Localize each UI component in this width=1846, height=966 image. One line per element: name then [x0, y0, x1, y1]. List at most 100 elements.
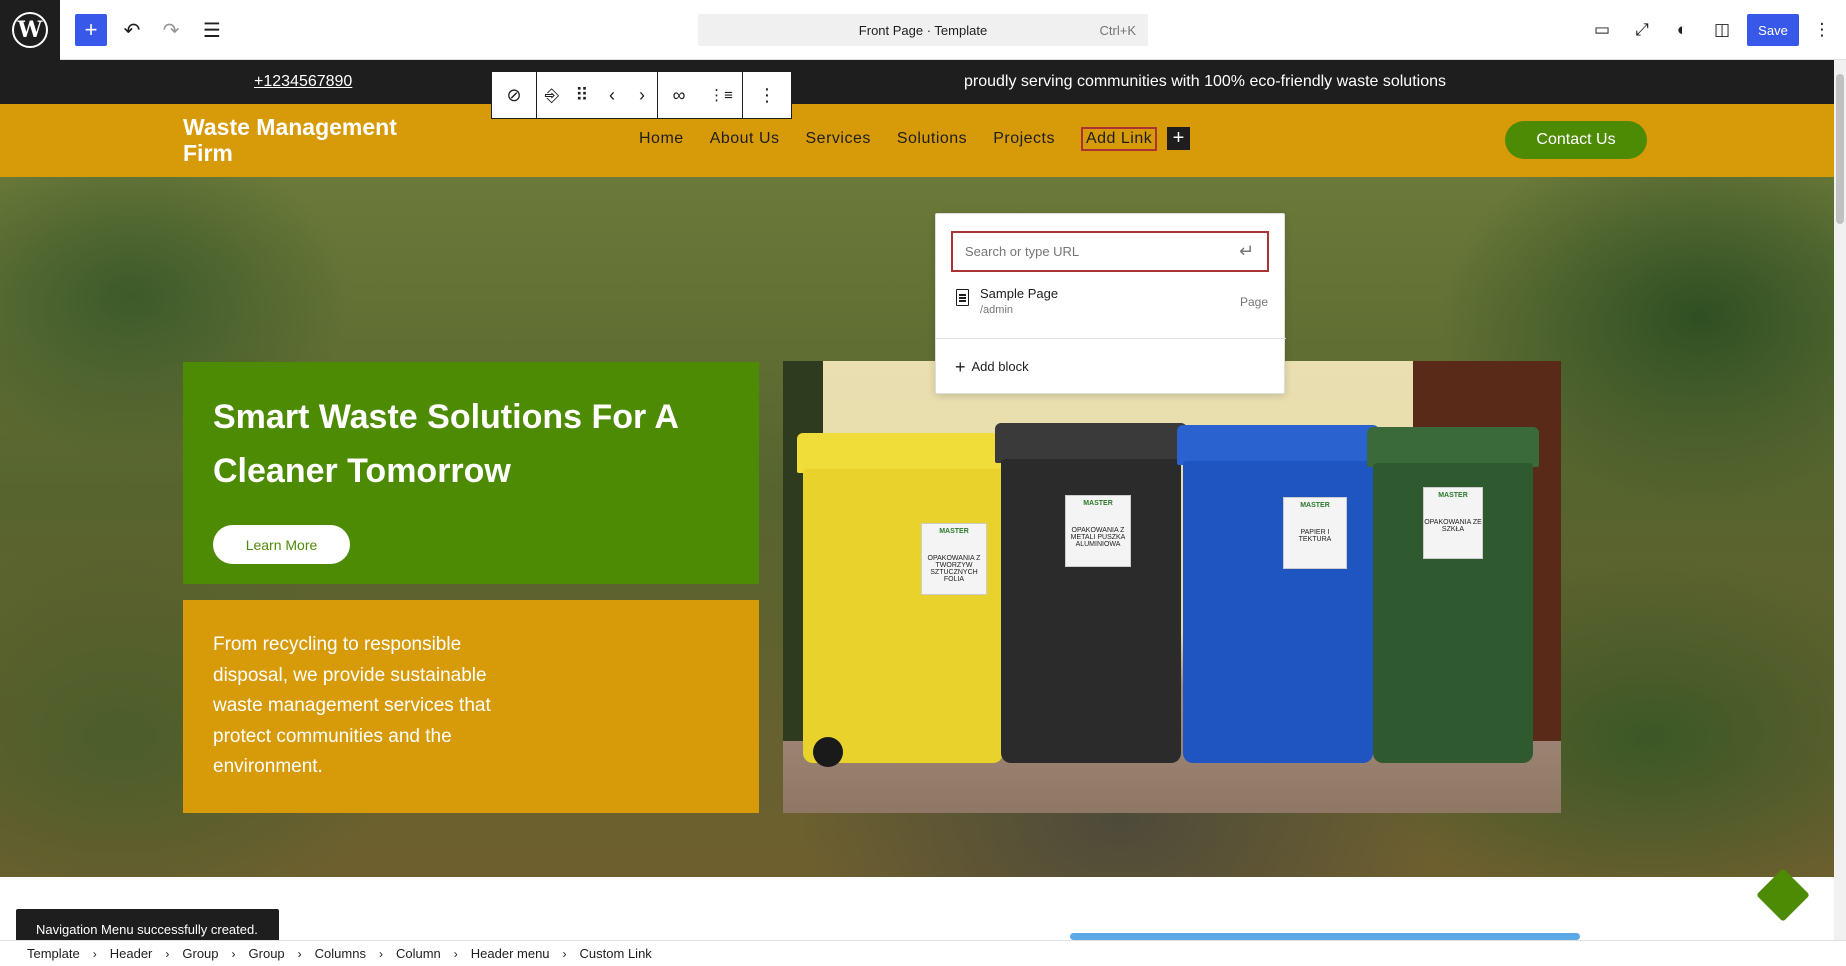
bin-wheel [813, 737, 843, 767]
wordpress-logo-icon[interactable]: W [0, 0, 60, 60]
breadcrumb-separator: › [92, 946, 97, 961]
next-section-image-edge [1070, 933, 1580, 940]
options-icon[interactable]: ⋮ [1806, 14, 1838, 46]
bin-lid [995, 423, 1187, 463]
popover-divider [936, 338, 1286, 339]
settings-sidebar-icon[interactable]: ◫ [1706, 14, 1738, 46]
block-toolbar: ⊘ ⎆ ⠿ ‹ › ∞ ⋮≡ ⋮ [491, 71, 792, 119]
link-suggestion-item[interactable]: Sample Page /admin Page [951, 279, 1271, 321]
hero-gold-card: From recycling to responsible disposal, … [183, 600, 759, 813]
expand-icon[interactable]: ⤢ [1626, 14, 1658, 46]
link-control-popover: ↵ Sample Page /admin Page + Add block [935, 213, 1286, 394]
nav-item-projects[interactable]: Projects [993, 130, 1055, 151]
bin-label-brand: MASTER [1083, 500, 1113, 507]
editor-topbar: W + ↶ ↷ ☰ Front Page · Template Ctrl+K ▭… [0, 0, 1846, 60]
editor-canvas: +1234567890 proudly serving communities … [0, 60, 1834, 940]
bin-label: MASTER OPAKOWANIA Z METALI PUSZKA ALUMIN… [1065, 495, 1131, 567]
breadcrumb-item[interactable]: Header [110, 946, 153, 961]
hero-description[interactable]: From recycling to responsible disposal, … [213, 630, 533, 783]
phone-link[interactable]: +1234567890 [254, 73, 352, 91]
breadcrumb-item[interactable]: Column [396, 946, 441, 961]
bin-label: MASTER PAPIER I TEKTURA [1283, 497, 1347, 569]
breadcrumb-item[interactable]: Template [27, 946, 80, 961]
document-overview-icon[interactable]: ☰ [196, 14, 228, 46]
submit-enter-icon[interactable]: ↵ [1239, 241, 1254, 262]
wordpress-logo-mark: W [12, 12, 48, 48]
nav-item-add-link[interactable]: Add Link [1080, 127, 1158, 151]
block-toolbar-parent: ⊘ [491, 71, 537, 119]
scrollbar-thumb[interactable] [1836, 74, 1844, 224]
breadcrumb-separator: › [165, 946, 170, 961]
block-breadcrumb-bar: Template › Header › Group › Group › Colu… [0, 940, 1846, 966]
breadcrumb-item[interactable]: Columns [315, 946, 366, 961]
nav-item-home[interactable]: Home [639, 130, 684, 151]
url-search-input[interactable] [951, 231, 1269, 272]
suggestion-type: Page [1239, 295, 1268, 309]
contact-us-button[interactable]: Contact Us [1505, 121, 1647, 159]
announcement-bar: +1234567890 proudly serving communities … [0, 60, 1834, 104]
breadcrumb-separator: › [453, 946, 458, 961]
bin-label-caption: OPAKOWANIA ZE SZKŁA [1424, 519, 1482, 533]
styles-icon[interactable]: ◐ [1666, 14, 1698, 46]
nav-item-solutions[interactable]: Solutions [897, 130, 967, 151]
breadcrumb-separator: › [378, 946, 383, 961]
block-toolbar-move: ⎆ ⠿ ‹ › [536, 71, 658, 119]
hero-green-card: Smart Waste Solutions For A Cleaner Tomo… [183, 362, 759, 584]
breadcrumb-separator: › [562, 946, 567, 961]
bin-label-brand: MASTER [939, 528, 969, 535]
block-inserter-button[interactable]: + [75, 14, 107, 46]
nav-item-about[interactable]: About Us [710, 130, 780, 151]
page-icon [956, 289, 969, 306]
hero-section: Smart Waste Solutions For A Cleaner Tomo… [0, 177, 1834, 877]
site-title[interactable]: Waste Management Firm [183, 114, 443, 166]
breadcrumb-item[interactable]: Group [182, 946, 218, 961]
bin-label-caption: PAPIER I TEKTURA [1298, 529, 1332, 543]
header-navigation: Home About Us Services Solutions Project… [639, 127, 1183, 151]
add-block-button[interactable]: + Add block [955, 357, 1029, 378]
transform-icon[interactable]: ⎆ [537, 85, 567, 106]
breadcrumb-item-current: Custom Link [579, 946, 652, 961]
breadcrumb-item[interactable]: Group [249, 946, 285, 961]
site-header: Waste Management Firm Home About Us Serv… [0, 104, 1834, 177]
more-options-icon[interactable]: ⋮ [743, 85, 791, 106]
block-toolbar-options: ⋮ [742, 71, 792, 119]
nav-add-block-icon[interactable]: + [1167, 127, 1190, 150]
black-bin: MASTER OPAKOWANIA Z METALI PUSZKA ALUMIN… [995, 423, 1187, 763]
hero-heading[interactable]: Smart Waste Solutions For A Cleaner Tomo… [213, 390, 733, 498]
add-submenu-icon[interactable]: ⋮≡ [700, 86, 742, 104]
bin-lid [1177, 425, 1379, 465]
add-block-label: Add block [971, 359, 1029, 374]
bin-label: MASTER OPAKOWANIA Z TWORZYW SZTUCZNYCH F… [921, 523, 987, 595]
drag-handle-icon[interactable]: ⠿ [567, 85, 597, 106]
redo-icon[interactable]: ↷ [155, 14, 187, 46]
breadcrumb: Template › Header › Group › Group › Colu… [27, 946, 652, 961]
move-right-icon[interactable]: › [627, 85, 657, 106]
breadcrumb-separator: › [297, 946, 302, 961]
bin-label: MASTER OPAKOWANIA ZE SZKŁA [1423, 487, 1483, 559]
blue-bin: MASTER PAPIER I TEKTURA [1177, 425, 1379, 763]
bin-lid [1367, 427, 1539, 467]
breadcrumb-item[interactable]: Header menu [471, 946, 550, 961]
block-toolbar-link: ∞ ⋮≡ [657, 71, 743, 119]
move-left-icon[interactable]: ‹ [597, 85, 627, 106]
nav-item-services[interactable]: Services [806, 130, 871, 151]
bin-label-brand: MASTER [1300, 502, 1330, 509]
compass-icon[interactable]: ⊘ [492, 85, 536, 106]
device-preview-icon[interactable]: ▭ [1586, 14, 1618, 46]
link-icon[interactable]: ∞ [658, 85, 700, 106]
bin-lid [797, 433, 1009, 473]
command-palette-button[interactable]: Front Page · Template Ctrl+K [698, 14, 1148, 46]
learn-more-button[interactable]: Learn More [213, 525, 350, 564]
breadcrumb-separator: › [231, 946, 236, 961]
canvas-scrollbar[interactable] [1834, 60, 1846, 940]
yellow-bin: MASTER OPAKOWANIA Z TWORZYW SZTUCZNYCH F… [797, 433, 1009, 763]
save-button[interactable]: Save [1747, 14, 1799, 46]
plus-icon: + [955, 357, 966, 377]
announcement-message: proudly serving communities with 100% ec… [964, 73, 1446, 90]
bin-label-caption: OPAKOWANIA Z METALI PUSZKA ALUMINIOWA [1070, 527, 1126, 548]
undo-icon[interactable]: ↶ [116, 14, 148, 46]
recycling-bins-image[interactable]: MASTER OPAKOWANIA Z TWORZYW SZTUCZNYCH F… [783, 361, 1561, 813]
green-bin: MASTER OPAKOWANIA ZE SZKŁA [1367, 427, 1539, 763]
bin-body [803, 469, 1003, 763]
command-shortcut: Ctrl+K [1099, 23, 1136, 38]
